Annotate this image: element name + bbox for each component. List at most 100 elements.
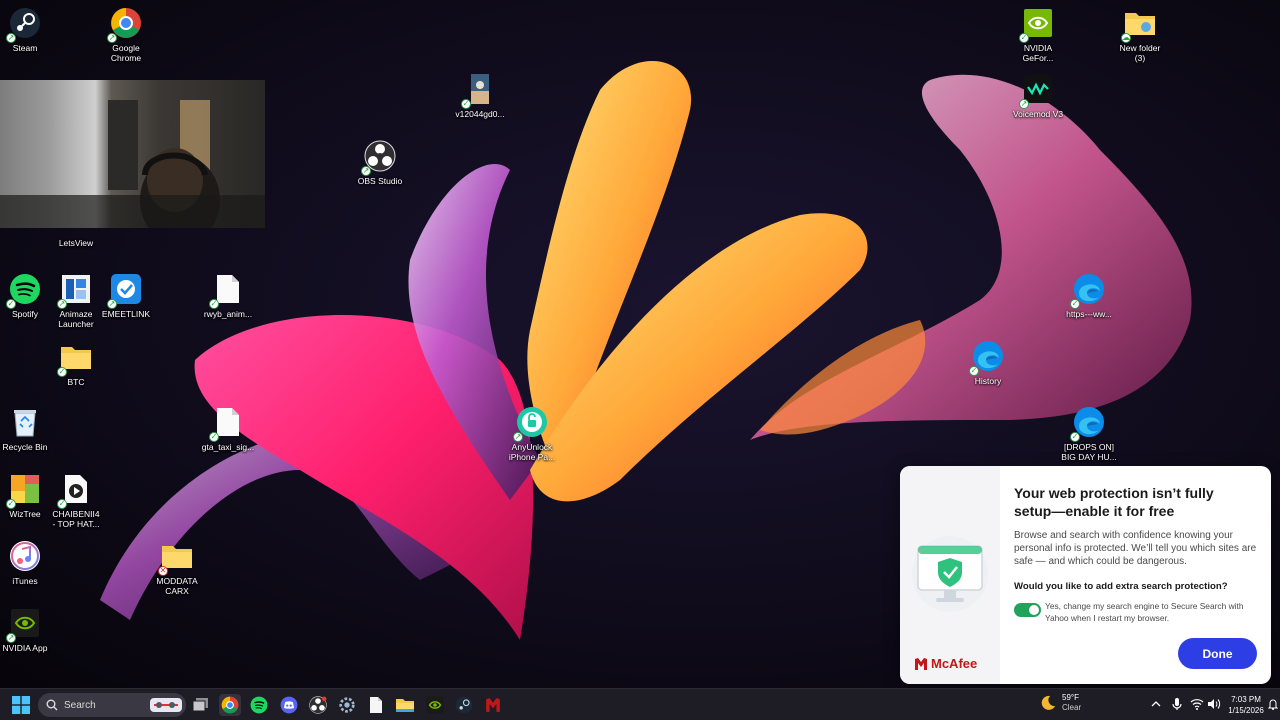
webcam-overlay xyxy=(0,80,265,228)
folder-icon: ✕ xyxy=(158,539,194,576)
shortcut-arrow-icon: ↗ xyxy=(1019,99,1029,109)
obs-icon: ↗ xyxy=(361,139,397,176)
weather-widget[interactable]: 59°F Clear xyxy=(1040,693,1081,713)
chevron-up-icon xyxy=(1151,701,1161,707)
synced-check-icon: ✓ xyxy=(1070,432,1080,442)
desktop-icon-itunes[interactable]: iTunes xyxy=(0,539,63,586)
taskbar: Search 59°F Clear 7:03 PM 1/15/2026 xyxy=(0,688,1280,720)
notepad-icon xyxy=(370,697,382,713)
windows-logo-icon xyxy=(12,696,30,714)
network-button[interactable] xyxy=(1190,697,1204,711)
desktop-icon-edge-link[interactable]: ✓ https---ww... xyxy=(1051,272,1127,319)
anyunlock-icon: ↗ xyxy=(513,405,549,442)
recycle-bin-icon xyxy=(8,405,42,439)
taskbar-chrome[interactable] xyxy=(219,694,241,716)
nvidia-icon: ✓ xyxy=(1019,6,1055,43)
desktop-icon-label: [DROPS ON] BIG DAY HU... xyxy=(1061,442,1117,462)
voicemod-icon: ↗ xyxy=(1019,72,1055,109)
taskbar-mcafee[interactable] xyxy=(482,694,504,716)
synced-check-icon: ✓ xyxy=(209,432,219,442)
desktop-icon-rwyb-file[interactable]: ✓ rwyb_anim... xyxy=(190,272,266,319)
file-icon: ✓ xyxy=(209,405,245,442)
mcafee-icon xyxy=(486,698,500,712)
folder-icon: ☁ xyxy=(1121,6,1157,43)
spotify-icon: ✓ xyxy=(6,272,42,309)
desktop-icon-label: History xyxy=(974,376,1002,386)
microphone-icon xyxy=(1172,698,1182,710)
desktop-icon-moddata-carx[interactable]: ✕ MODDATA CARX xyxy=(139,539,215,596)
synced-check-icon: ✓ xyxy=(969,366,979,376)
taskbar-nvidia[interactable] xyxy=(424,694,446,716)
taskbar-file-explorer[interactable] xyxy=(394,694,416,716)
taskbar-clock[interactable]: 7:03 PM 1/15/2026 xyxy=(1226,694,1266,716)
desktop-icon-label: AnyUnlock iPhone Pa... xyxy=(508,442,556,462)
desktop-icon-google-chrome[interactable]: ↗ Google Chrome xyxy=(88,6,164,63)
desktop-icon-nvidia-app[interactable]: ↗ NVIDIA App xyxy=(0,606,63,653)
search-highlight-icon xyxy=(150,698,182,712)
edge-icon: ✓ xyxy=(969,339,1005,376)
desktop-icon-label: LetsView xyxy=(58,238,94,248)
mcafee-notification-popup: McAfee Your web protection isn’t fully s… xyxy=(900,466,1271,684)
show-hidden-icons-button[interactable] xyxy=(1149,697,1163,711)
start-button[interactable] xyxy=(10,694,32,716)
taskbar-settings[interactable] xyxy=(336,694,358,716)
search-icon xyxy=(46,699,58,711)
taskbar-discord[interactable] xyxy=(278,694,300,716)
desktop-icon-emeetlink[interactable]: ↗ EMEETLINK xyxy=(88,272,164,319)
desktop-icon-history[interactable]: ✓ History xyxy=(950,339,1026,386)
desktop-icon-image-file[interactable]: ✓ v12044gd0... xyxy=(442,72,518,119)
taskbar-spotify[interactable] xyxy=(248,694,270,716)
done-button[interactable]: Done xyxy=(1178,638,1257,669)
desktop-icon-label: Steam xyxy=(12,43,38,53)
chrome-icon xyxy=(221,696,239,714)
mcafee-description: Browse and search with confidence knowin… xyxy=(1014,530,1257,567)
notifications-button[interactable] xyxy=(1266,697,1280,711)
edge-icon: ✓ xyxy=(1070,272,1106,309)
synced-check-icon: ✓ xyxy=(461,99,471,109)
desktop-icon-new-folder-3[interactable]: ☁ New folder (3) xyxy=(1102,6,1178,63)
desktop-icon-voicemod[interactable]: ↗ Voicemod V3 xyxy=(1000,72,1076,119)
desktop-icon-obs-studio[interactable]: ↗ OBS Studio xyxy=(342,139,418,186)
cloud-sync-icon: ☁ xyxy=(1121,33,1131,43)
mcafee-question: Would you like to add extra search prote… xyxy=(1014,581,1228,592)
desktop-icon-recycle-bin[interactable]: Recycle Bin xyxy=(0,405,63,452)
bell-icon xyxy=(1268,699,1278,710)
desktop-icon-label: https---ww... xyxy=(1066,309,1112,319)
search-protection-toggle[interactable] xyxy=(1014,603,1041,617)
synced-check-icon: ✓ xyxy=(57,499,67,509)
chrome-icon: ↗ xyxy=(107,6,143,43)
desktop-icon-steam[interactable]: ↗ Steam xyxy=(0,6,63,53)
shortcut-arrow-icon: ↗ xyxy=(107,299,117,309)
image-file-icon: ✓ xyxy=(461,72,497,109)
synced-check-icon: ✓ xyxy=(209,299,219,309)
taskbar-obs[interactable] xyxy=(307,694,329,716)
desktop-icon-btc-folder[interactable]: ✓ BTC xyxy=(38,340,114,387)
task-view-button[interactable] xyxy=(190,694,212,716)
microphone-button[interactable] xyxy=(1170,697,1184,711)
file-explorer-icon xyxy=(396,699,414,712)
search-protection-toggle-label: Yes, change my search engine to Secure S… xyxy=(1045,601,1244,623)
taskbar-notepad[interactable] xyxy=(365,694,387,716)
weather-condition: Clear xyxy=(1062,703,1082,712)
desktop-icon-label: NVIDIA GeFor... xyxy=(1022,43,1054,63)
desktop-icon-chaibenii4-video[interactable]: ✓ CHAIBENII4 - TOP HAT... xyxy=(38,472,114,529)
synced-check-icon: ✓ xyxy=(6,499,16,509)
shortcut-arrow-icon: ↗ xyxy=(57,299,67,309)
volume-button[interactable] xyxy=(1207,697,1221,711)
obs-icon xyxy=(309,696,327,714)
speaker-icon xyxy=(1208,699,1221,709)
monitor-shield-icon xyxy=(912,536,988,612)
desktop-icon-drops-on[interactable]: ✓ [DROPS ON] BIG DAY HU... xyxy=(1051,405,1127,462)
desktop-icon-letsview[interactable]: LetsView xyxy=(38,238,114,248)
desktop-icon-label: OBS Studio xyxy=(357,176,403,186)
desktop-icon-anyunlock[interactable]: ↗ AnyUnlock iPhone Pa... xyxy=(494,405,570,462)
desktop-icon-label: New folder (3) xyxy=(1119,43,1161,63)
task-view-icon xyxy=(193,698,208,712)
emeetlink-icon: ↗ xyxy=(107,272,143,309)
desktop-icon-gta-taxi-file[interactable]: ✓ gta_taxi_sig... xyxy=(190,405,266,452)
desktop-icon-nvidia-geforce[interactable]: ✓ NVIDIA GeFor... xyxy=(1000,6,1076,63)
nvidia-icon xyxy=(426,696,444,714)
taskbar-steam[interactable] xyxy=(453,694,475,716)
desktop-icon-label: Voicemod V3 xyxy=(1012,109,1064,119)
taskbar-search-box[interactable]: Search xyxy=(38,693,186,717)
